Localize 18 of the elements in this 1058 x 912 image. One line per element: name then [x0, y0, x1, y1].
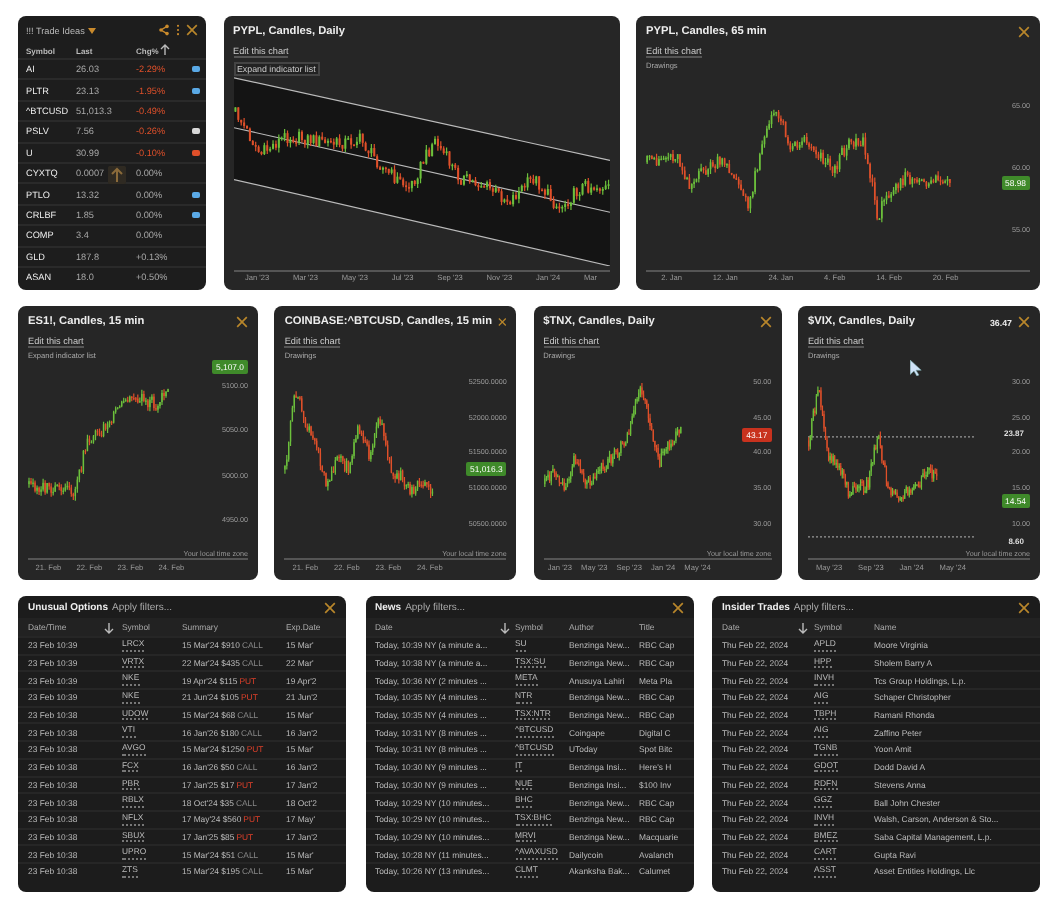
close-icon[interactable]: [1018, 26, 1030, 38]
sort-arrow-icon: [499, 621, 509, 633]
candles-drawing: [28, 388, 169, 502]
close-icon[interactable]: [236, 316, 248, 328]
close-icon[interactable]: [671, 601, 683, 613]
caret-icon[interactable]: [88, 27, 97, 33]
close-icon[interactable]: [186, 24, 198, 36]
candles-drawing: [543, 382, 681, 493]
close-icon[interactable]: [759, 316, 772, 328]
close-icon[interactable]: [1018, 601, 1030, 613]
close-icon[interactable]: [324, 601, 336, 613]
candles-drawing: [808, 386, 938, 504]
sort-arrow-icon: [798, 621, 808, 633]
close-icon[interactable]: [498, 316, 507, 328]
close-icon[interactable]: [1017, 316, 1030, 328]
sort-arrow-icon: [104, 621, 114, 633]
sort-arrow-icon: [160, 44, 171, 56]
share-icon[interactable]: [158, 24, 170, 36]
